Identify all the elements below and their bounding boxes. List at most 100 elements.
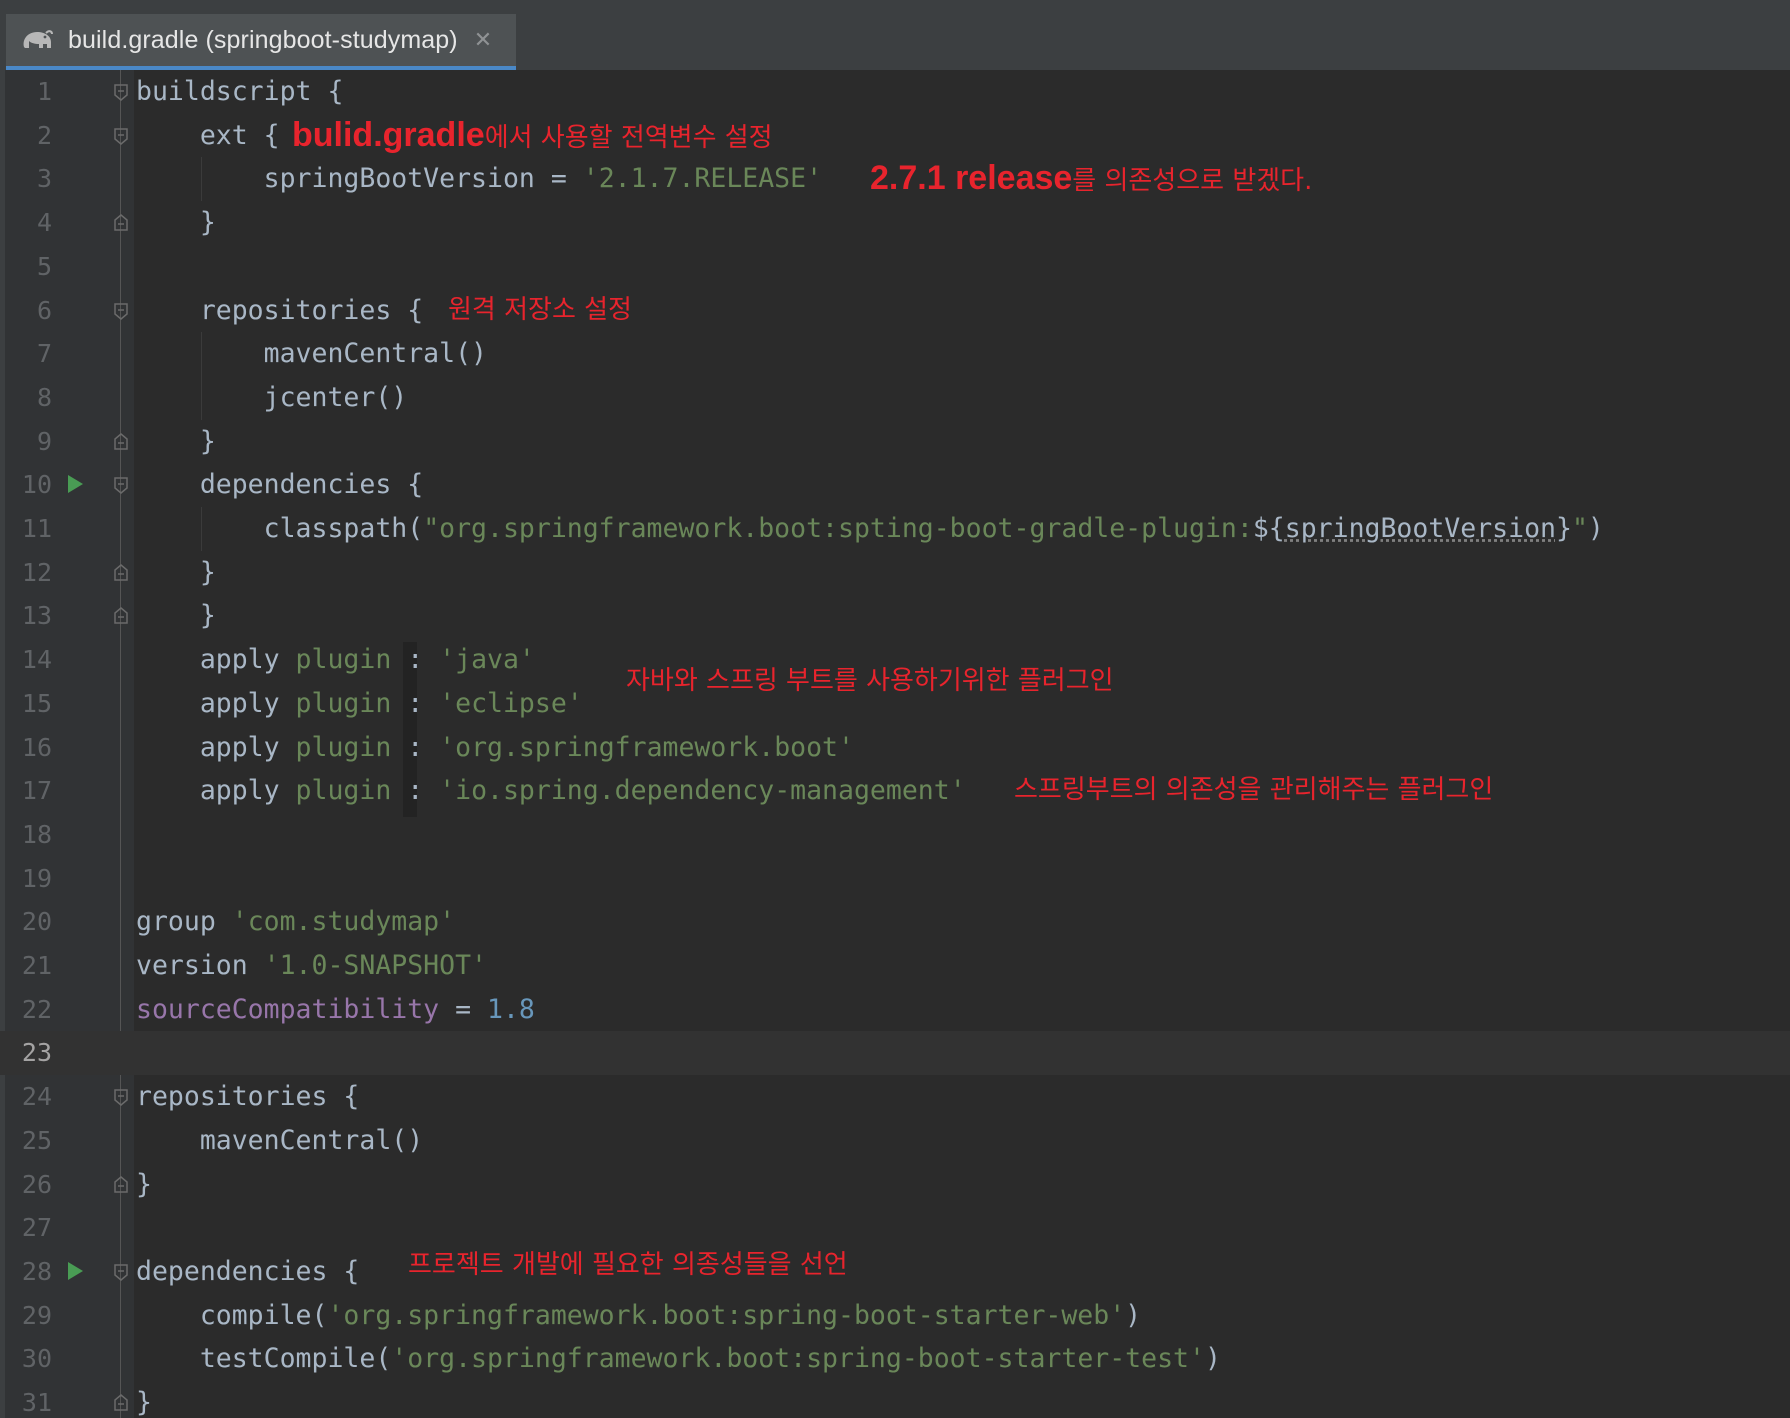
annotation-repositories: 원격 저장소 설정 [448,294,632,325]
code-token: apply [136,775,296,807]
code-line[interactable]: 26 } [0,1163,1790,1207]
code-line[interactable]: 1 buildscript { [0,70,1790,114]
code-text: } [136,201,216,245]
fold-open-icon[interactable] [112,1262,130,1282]
property-name: sourceCompatibility [136,993,440,1025]
line-number: 10 [21,470,52,500]
code-line[interactable]: 13 } [0,594,1790,638]
run-icon[interactable] [66,1261,84,1281]
code-text: repositories { [136,1075,359,1119]
code-line[interactable]: 4 } [0,201,1790,245]
fold-close-icon[interactable] [112,606,130,626]
code-token: : [391,775,440,807]
code-line[interactable]: 31 } [0,1381,1790,1418]
fold-open-icon[interactable] [112,126,130,146]
line-number: 24 [21,1082,52,1112]
window-top-strip [0,0,1790,14]
fold-open-icon[interactable] [112,82,130,102]
code-line[interactable]: 20 group 'com.studymap' [0,900,1790,944]
code-line[interactable]: 8 jcenter() [0,375,1790,420]
line-number: 25 [21,1125,52,1155]
close-icon[interactable]: ✕ [474,28,492,53]
line-number: 14 [21,645,52,675]
code-text: apply plugin : 'io.spring.dependency-man… [136,769,966,813]
code-line-current[interactable]: 23 [0,1031,1790,1076]
code-line[interactable]: 25 mavenCentral() [0,1119,1790,1163]
code-text: apply plugin : 'org.springframework.boot… [136,726,854,770]
code-line[interactable]: 29 compile('org.springframework.boot:spr… [0,1294,1790,1338]
gradle-elephant-icon [20,27,54,53]
string-literal: " [1571,513,1588,544]
code-token: repositories { [136,294,440,326]
string-literal: 'org.springframework.boot:spring-boot-st… [327,1299,1126,1331]
code-token: : [391,731,440,763]
line-number: 11 [21,514,52,543]
code-line[interactable]: 24 repositories { [0,1075,1790,1119]
code-text: classpath("org.springframework.boot:spti… [136,507,1604,551]
code-line[interactable]: 27 [0,1206,1790,1250]
code-token: dependencies { [136,1255,360,1287]
named-argument: plugin [295,687,392,719]
code-line[interactable]: 22 sourceCompatibility = 1.8 [0,988,1790,1032]
code-text: compile('org.springframework.boot:spring… [136,1294,1141,1338]
line-number: 19 [21,863,52,893]
code-line[interactable]: 12 } [0,551,1790,595]
string-literal: '2.1.7.RELEASE' [582,163,823,195]
named-argument: plugin [295,731,392,763]
line-number: 16 [21,732,52,762]
code-token: : [391,644,440,676]
fold-open-icon[interactable] [112,1087,130,1107]
tab-build-gradle[interactable]: build.gradle (springboot-studymap) ✕ [6,14,516,70]
code-line[interactable]: 28 dependencies { 프로젝트 개발에 필요한 의종성들을 선언 [0,1250,1790,1294]
line-number: 13 [21,601,52,631]
code-line[interactable]: 21 version '1.0-SNAPSHOT' [0,944,1790,988]
code-text: repositories { [136,289,439,333]
code-line[interactable]: 10 dependencies { [0,463,1790,507]
code-text: } [136,1381,152,1418]
line-number: 22 [21,994,52,1024]
code-line[interactable]: 5 [0,245,1790,289]
line-number: 26 [21,1169,52,1199]
code-line[interactable]: 6 repositories { 원격 저장소 설정 [0,289,1790,333]
line-number: 28 [21,1256,52,1286]
code-token: springBootVersion = [136,163,583,195]
fold-open-icon[interactable] [112,301,130,321]
code-token: apply [136,687,296,719]
code-line[interactable]: 7 mavenCentral() [0,332,1790,376]
line-number: 1 [36,77,52,106]
code-line[interactable]: 16 apply plugin : 'org.springframework.b… [0,726,1790,770]
line-number: 20 [21,907,52,937]
code-token: ) [1125,1299,1142,1331]
fold-open-icon[interactable] [112,475,130,495]
string-literal: 'java' [439,644,535,676]
fold-close-icon[interactable] [112,1175,130,1195]
code-text: sourceCompatibility = 1.8 [136,988,535,1032]
code-line[interactable]: 30 testCompile('org.springframework.boot… [0,1337,1790,1381]
annotation-version: 2.7.1 release를 의존성으로 받겠다. [870,157,1312,204]
code-line[interactable]: 11 classpath("org.springframework.boot:s… [0,507,1790,551]
code-line[interactable]: 2 ext { bulid.gradle에서 사용할 전역변수 설정 [0,114,1790,158]
code-line[interactable]: 17 apply plugin : 'io.spring.dependency-… [0,769,1790,813]
code-token: } [136,556,216,588]
code-token: } [136,425,216,457]
fold-close-icon[interactable] [112,1393,130,1413]
code-editor[interactable]: 1 buildscript { 2 ext { bulid.gradle에서 사… [0,70,1790,1418]
code-text: apply plugin : 'java' [136,638,535,682]
fold-close-icon[interactable] [112,432,130,452]
editor-tab-bar: build.gradle (springboot-studymap) ✕ [0,14,1790,71]
code-line[interactable]: 9 } [0,420,1790,464]
code-line[interactable]: 18 [0,813,1790,857]
annotation-dependencies: 프로젝트 개발에 필요한 의종성들을 선언 [408,1249,848,1280]
line-number: 15 [21,688,52,718]
code-line[interactable]: 19 [0,857,1790,901]
string-literal: "org.springframework.boot:spting-boot-gr… [423,513,1253,544]
fold-close-icon[interactable] [112,563,130,583]
code-text: testCompile('org.springframework.boot:sp… [136,1337,1221,1381]
line-number: 18 [21,819,52,849]
variable-reference[interactable]: springBootVersion [1285,513,1556,544]
code-token: mavenCentral() [136,1124,424,1156]
fold-close-icon[interactable] [112,213,130,233]
code-line[interactable]: 3 springBootVersion = '2.1.7.RELEASE' 2.… [0,157,1790,204]
run-icon[interactable] [66,474,84,494]
code-token: = [439,993,488,1025]
